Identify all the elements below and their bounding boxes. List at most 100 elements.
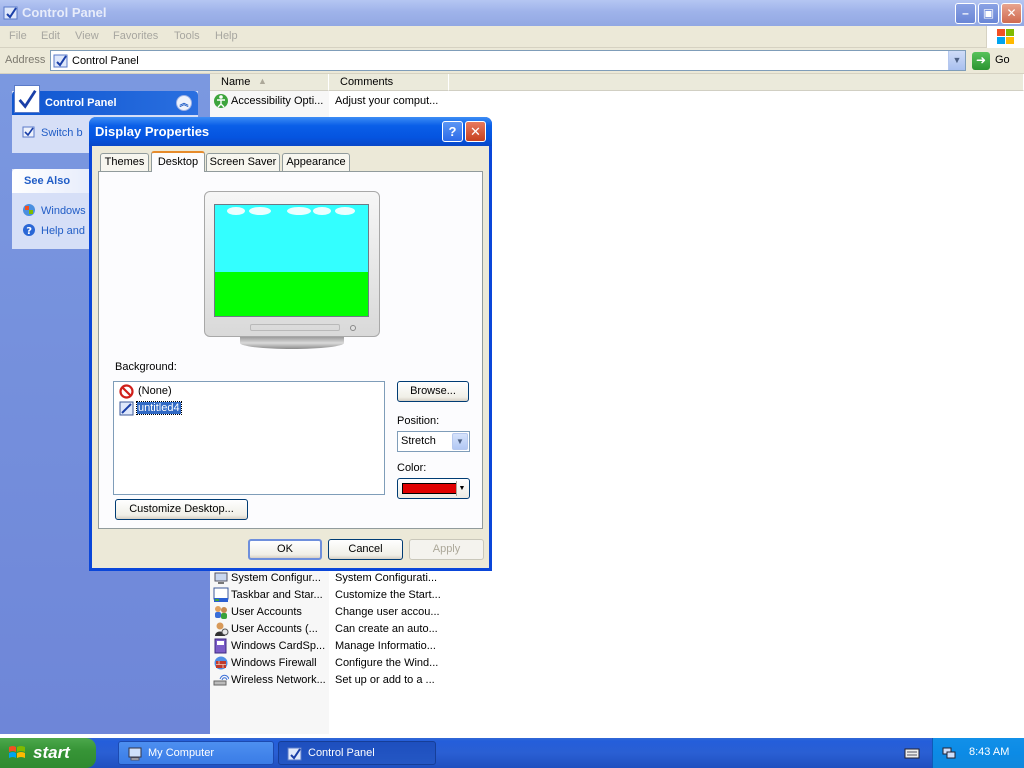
item-name: Accessibility Opti...	[231, 95, 324, 107]
control-panel-section-header[interactable]: Control Panel ︽	[12, 85, 198, 115]
cancel-button[interactable]: Cancel	[328, 539, 403, 560]
column-header-comments[interactable]: Comments	[329, 74, 449, 91]
go-button[interactable]: ➜ Go	[972, 51, 1020, 71]
user-accounts-advanced-icon	[215, 622, 229, 636]
menu-help[interactable]: Help	[215, 30, 238, 42]
dialog-close-button[interactable]: ✕	[465, 121, 486, 142]
position-label: Position:	[397, 415, 440, 427]
tab-appearance[interactable]: Appearance	[282, 153, 350, 172]
list-item[interactable]: User Accounts Change user accou...	[210, 604, 510, 621]
display-properties-dialog: Display Properties ? ✕ Themes Desktop Sc…	[89, 117, 492, 571]
go-arrow-icon: ➜	[972, 52, 990, 70]
windows-flag-icon	[997, 29, 1014, 44]
list-item[interactable]: Wireless Network... Set up or add to a .…	[210, 672, 510, 689]
window-titlebar[interactable]: Control Panel – ▣ ✕	[0, 0, 1024, 26]
help-button[interactable]: ?	[442, 121, 463, 142]
network-connection-icon[interactable]	[941, 745, 957, 761]
menu-favorites[interactable]: Favorites	[113, 30, 158, 42]
preview-cloud	[335, 207, 355, 215]
keyboard-icon[interactable]	[904, 746, 920, 760]
windows-update-icon	[23, 204, 35, 216]
color-label: Color:	[397, 462, 427, 474]
column-header-name[interactable]: Name ▲	[210, 74, 329, 91]
preview-screen	[214, 204, 369, 317]
windows-update-label: Windows	[41, 205, 86, 217]
windows-flag-icon	[9, 746, 25, 758]
maximize-button[interactable]: ▣	[978, 3, 999, 24]
list-item[interactable]: Taskbar and Star... Customize the Start.…	[210, 587, 510, 604]
preview-grass	[215, 272, 368, 316]
firewall-icon	[214, 656, 228, 670]
taskbar-button-label: Control Panel	[308, 747, 375, 759]
color-picker-button[interactable]: ▼	[397, 478, 470, 499]
preview-cloud	[249, 207, 271, 215]
chevron-down-icon: ▼	[452, 433, 468, 450]
dialog-titlebar[interactable]: Display Properties ? ✕	[89, 117, 492, 146]
address-value: Control Panel	[72, 55, 139, 67]
dialog-title: Display Properties	[95, 124, 210, 139]
clock[interactable]: 8:43 AM	[969, 746, 1009, 758]
menu-file[interactable]: File	[9, 30, 27, 42]
list-item[interactable]: Windows Firewall Configure the Wind...	[210, 655, 510, 672]
list-item[interactable]: System Configur... System Configurati...	[210, 570, 510, 587]
windows-logo	[986, 26, 1024, 48]
address-input[interactable]: Control Panel ▼	[50, 50, 966, 71]
position-select[interactable]: Stretch ▼	[397, 431, 470, 452]
preview-sky	[215, 205, 368, 272]
item-comment: Adjust your comput...	[335, 95, 439, 107]
tab-screen-saver[interactable]: Screen Saver	[206, 153, 280, 172]
menu-edit[interactable]: Edit	[41, 30, 60, 42]
bitmap-icon	[119, 401, 134, 416]
system-config-icon	[214, 572, 228, 584]
item-name: User Accounts	[231, 606, 302, 618]
menu-tools[interactable]: Tools	[174, 30, 200, 42]
close-button[interactable]: ✕	[1001, 3, 1022, 24]
chevron-down-icon: ▼	[456, 481, 467, 496]
windows-update-link[interactable]: Windows	[22, 203, 86, 219]
monitor-bezel	[204, 191, 380, 337]
item-comment: Configure the Wind...	[335, 657, 439, 669]
start-button[interactable]: start	[0, 738, 96, 768]
my-computer-icon	[128, 747, 142, 761]
apply-button[interactable]: Apply	[409, 539, 484, 560]
switch-view-link[interactable]: Switch b	[22, 125, 83, 141]
preview-cloud	[287, 207, 311, 215]
help-support-link[interactable]: ? Help and	[22, 223, 85, 239]
column-name-label: Name	[221, 76, 251, 88]
minimize-button[interactable]: –	[955, 3, 976, 24]
address-dropdown-button[interactable]: ▼	[948, 51, 965, 70]
item-comment: Can create an auto...	[335, 623, 438, 635]
customize-desktop-button[interactable]: Customize Desktop...	[115, 499, 248, 520]
browse-button[interactable]: Browse...	[397, 381, 469, 402]
preview-cloud	[227, 207, 245, 215]
switch-view-icon	[22, 126, 35, 138]
monitor-power-button	[350, 325, 356, 331]
sort-ascending-icon: ▲	[258, 76, 267, 86]
help-support-label: Help and	[41, 225, 86, 237]
address-bar: Address Control Panel ▼ ➜ Go	[0, 48, 1024, 74]
taskbar-button-my-computer[interactable]: My Computer	[118, 741, 274, 765]
preview-cloud	[313, 207, 331, 215]
cardspace-icon	[214, 638, 227, 654]
control-panel-icon	[3, 6, 18, 20]
ok-button[interactable]: OK	[248, 539, 322, 560]
tab-desktop[interactable]: Desktop	[151, 151, 205, 172]
list-item[interactable]: User Accounts (... Can create an auto...	[210, 621, 510, 638]
item-name: System Configur...	[231, 572, 321, 584]
column-header-filler	[449, 74, 1024, 91]
list-item[interactable]: Windows CardSp... Manage Informatio...	[210, 638, 510, 655]
item-comment: Manage Informatio...	[335, 640, 436, 652]
position-value: Stretch	[401, 435, 436, 447]
item-name: Windows Firewall	[231, 657, 317, 669]
taskbar-button-control-panel[interactable]: Control Panel	[278, 741, 436, 765]
tab-themes[interactable]: Themes	[100, 153, 149, 172]
user-accounts-icon	[215, 606, 227, 619]
collapse-chevron-icon[interactable]: ︽	[176, 95, 192, 111]
background-option-label: untitled4	[136, 401, 182, 415]
background-listbox[interactable]: (None) untitled4	[113, 381, 385, 495]
item-name: Wireless Network...	[231, 674, 326, 686]
menu-view[interactable]: View	[75, 30, 99, 42]
wireless-icon	[213, 674, 229, 686]
start-label: start	[33, 743, 70, 762]
list-item[interactable]: Accessibility Opti... Adjust your comput…	[210, 93, 510, 110]
